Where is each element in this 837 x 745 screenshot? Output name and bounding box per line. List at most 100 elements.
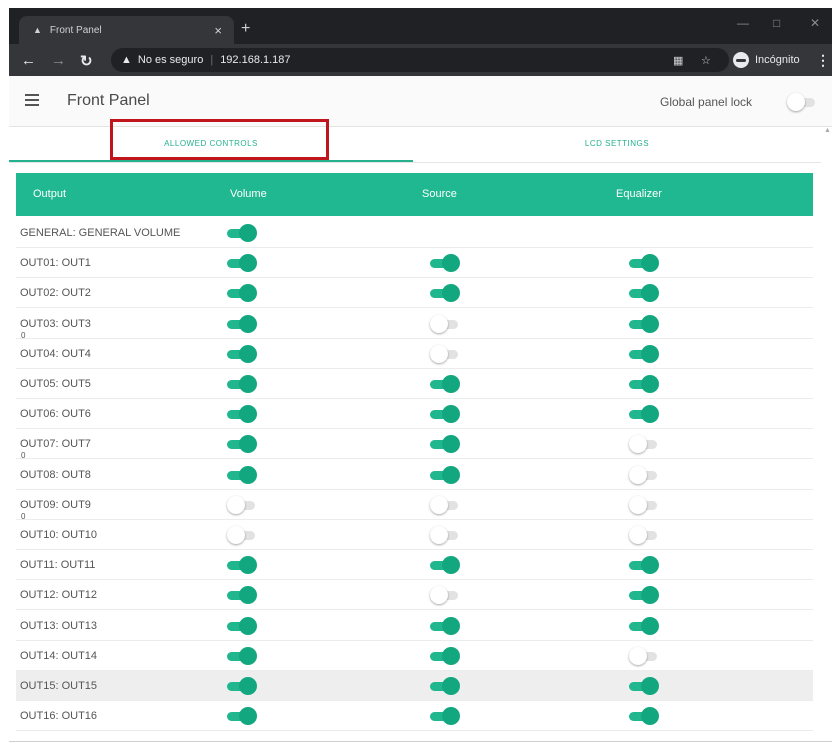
source-toggle[interactable]: [430, 556, 460, 575]
translate-icon[interactable]: ▦: [673, 48, 683, 72]
source-toggle[interactable]: [430, 707, 460, 726]
scrollbar-up-icon[interactable]: ▲: [824, 127, 831, 134]
volume-toggle[interactable]: [227, 586, 257, 605]
table-row: OUT11: OUT11: [16, 550, 813, 581]
table-row: OUT12: OUT12: [16, 580, 813, 611]
volume-toggle[interactable]: [227, 616, 257, 635]
tab-favicon-icon: ▲: [33, 25, 42, 35]
equalizer-toggle[interactable]: [629, 465, 659, 484]
volume-toggle[interactable]: [227, 405, 257, 424]
equalizer-toggle[interactable]: [629, 646, 659, 665]
equalizer-toggle[interactable]: [629, 405, 659, 424]
row-output-label: OUT14: OUT14: [20, 649, 98, 662]
table-row: OUT08: OUT8: [16, 460, 813, 490]
incognito-indicator[interactable]: Incógnito: [733, 48, 800, 72]
close-window-icon[interactable]: ✕: [810, 16, 820, 30]
source-toggle[interactable]: [430, 314, 460, 333]
url-text[interactable]: 192.168.1.187: [220, 54, 290, 66]
incognito-icon: [733, 52, 749, 68]
table-row: OUT16: OUT16: [16, 701, 813, 732]
equalizer-toggle[interactable]: [629, 435, 659, 454]
minimize-icon[interactable]: —: [737, 16, 749, 30]
volume-toggle[interactable]: [227, 526, 257, 544]
volume-toggle[interactable]: [227, 224, 257, 242]
source-toggle[interactable]: [430, 405, 460, 424]
volume-toggle[interactable]: [227, 465, 257, 484]
source-toggle[interactable]: [430, 254, 460, 273]
browser-tab[interactable]: ▲ Front Panel ×: [19, 16, 234, 44]
table-header: Output Volume Source Equalizer: [16, 173, 813, 216]
bottom-divider: [9, 741, 832, 742]
table-row: OUT04: OUT4: [16, 339, 813, 369]
browser-toolbar: ← → ↻ ▲ No es seguro | 192.168.1.187 ▦ ☆…: [9, 44, 832, 76]
tab-lcd-settings[interactable]: LCD SETTINGS: [413, 139, 821, 148]
table-row: OUT05: OUT5: [16, 369, 813, 399]
source-toggle[interactable]: [430, 344, 460, 363]
equalizer-toggle[interactable]: [629, 375, 659, 393]
warning-icon: ▲: [121, 54, 132, 66]
highlight-box: [110, 119, 329, 160]
source-toggle[interactable]: [430, 677, 460, 695]
back-icon[interactable]: ←: [21, 52, 36, 69]
source-toggle[interactable]: [430, 465, 460, 484]
volume-toggle[interactable]: [227, 254, 257, 273]
maximize-icon[interactable]: □: [773, 16, 780, 30]
volume-toggle[interactable]: [227, 707, 257, 726]
table-row: OUT06: OUT6: [16, 399, 813, 430]
volume-toggle[interactable]: [227, 556, 257, 575]
volume-toggle[interactable]: [227, 646, 257, 665]
row-output-label: OUT02: OUT2: [20, 287, 91, 300]
equalizer-toggle[interactable]: [629, 284, 659, 303]
row-output-label: OUT15: OUT15: [20, 680, 98, 692]
source-toggle[interactable]: [430, 495, 460, 514]
row-output-label: OUT08: OUT8: [20, 468, 91, 481]
equalizer-toggle[interactable]: [629, 344, 659, 363]
table-row: OUT15: OUT15: [16, 671, 813, 701]
row-output-label: OUT10: OUT10: [20, 529, 98, 541]
equalizer-toggle[interactable]: [629, 314, 659, 333]
equalizer-toggle[interactable]: [629, 495, 659, 514]
tab-close-icon[interactable]: ×: [214, 23, 222, 38]
source-toggle[interactable]: [430, 616, 460, 635]
column-header-output: Output: [33, 188, 67, 200]
global-panel-lock-toggle[interactable]: [787, 93, 817, 111]
source-toggle[interactable]: [430, 435, 460, 454]
equalizer-toggle[interactable]: [629, 677, 659, 695]
equalizer-toggle[interactable]: [629, 586, 659, 605]
table-row: GENERAL: GENERAL VOLUME: [16, 218, 813, 248]
row-output-label: OUT16: OUT16: [20, 710, 98, 723]
column-header-volume: Volume: [230, 188, 267, 200]
volume-toggle[interactable]: [227, 435, 257, 454]
source-toggle[interactable]: [430, 375, 460, 393]
volume-toggle[interactable]: [227, 495, 257, 514]
equalizer-toggle[interactable]: [629, 526, 659, 544]
star-icon[interactable]: ☆: [701, 48, 711, 72]
equalizer-toggle[interactable]: [629, 556, 659, 575]
row-output-label: OUT11: OUT11: [20, 559, 96, 572]
new-tab-button[interactable]: +: [241, 20, 250, 38]
address-bar[interactable]: ▲ No es seguro | 192.168.1.187 ▦ ☆: [111, 48, 729, 72]
volume-toggle[interactable]: [227, 314, 257, 333]
table-row: OUT10: OUT10: [16, 520, 813, 550]
volume-toggle[interactable]: [227, 375, 257, 393]
equalizer-toggle[interactable]: [629, 707, 659, 726]
table-row: OUT13: OUT13: [16, 611, 813, 641]
source-toggle[interactable]: [430, 526, 460, 544]
volume-toggle[interactable]: [227, 344, 257, 363]
reload-icon[interactable]: ↻: [80, 52, 93, 70]
equalizer-toggle[interactable]: [629, 616, 659, 635]
source-toggle[interactable]: [430, 646, 460, 665]
forward-icon[interactable]: →: [51, 52, 66, 69]
menu-icon[interactable]: ⋮: [816, 52, 830, 69]
browser-titlebar: ▲ Front Panel × + — □ ✕: [9, 8, 832, 44]
equalizer-toggle[interactable]: [629, 254, 659, 273]
omnibox-divider: |: [210, 54, 214, 66]
hamburger-icon[interactable]: [25, 94, 39, 106]
volume-toggle[interactable]: [227, 677, 257, 695]
row-output-label: OUT06: OUT6: [20, 408, 91, 421]
source-toggle[interactable]: [430, 284, 460, 303]
security-label: No es seguro: [137, 54, 204, 66]
active-tab-indicator: [9, 160, 413, 162]
source-toggle[interactable]: [430, 586, 460, 605]
volume-toggle[interactable]: [227, 284, 257, 303]
